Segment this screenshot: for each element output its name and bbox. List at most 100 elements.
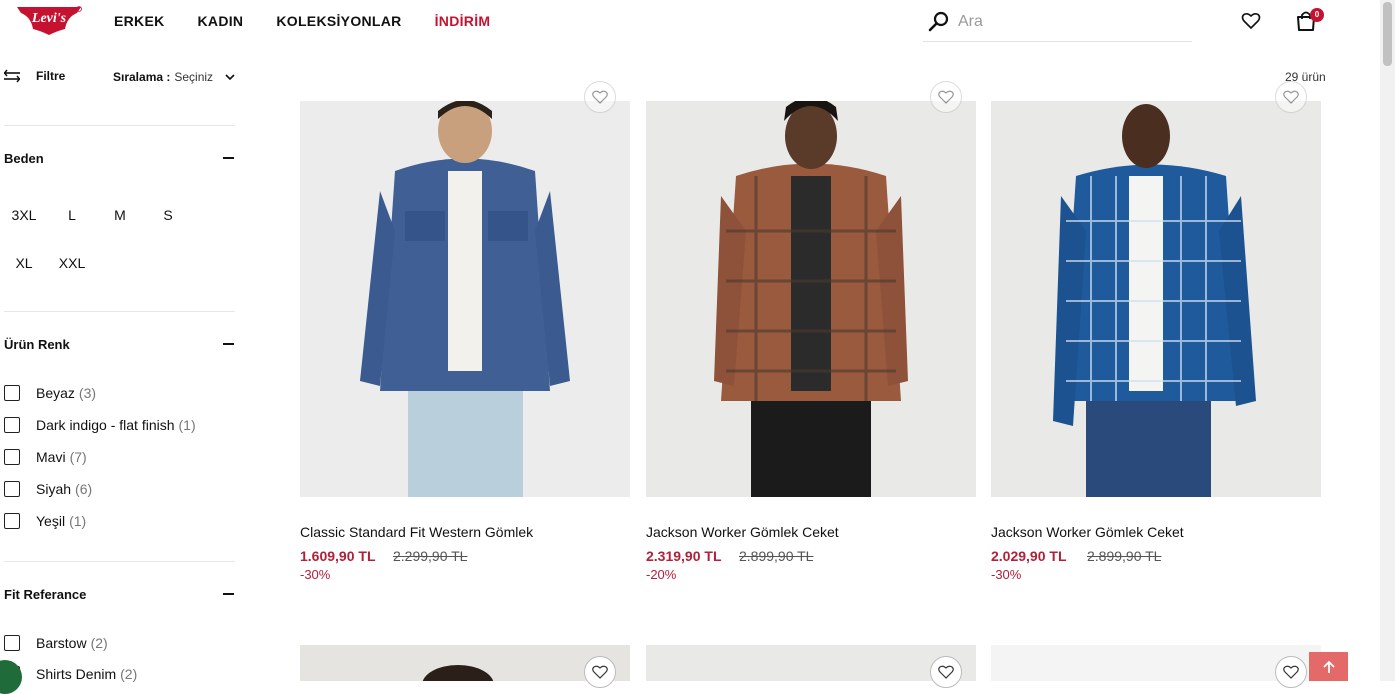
fit-option-row[interactable]: Shirts Denim (2) — [4, 666, 137, 682]
product-image[interactable] — [991, 645, 1321, 681]
product-image[interactable] — [991, 101, 1321, 497]
wishlist-toggle-button[interactable] — [1275, 81, 1307, 113]
product-photo — [646, 101, 976, 497]
color-option-row[interactable]: Dark indigo - flat finish (1) — [4, 417, 196, 433]
scroll-to-top-button[interactable] — [1309, 652, 1348, 681]
search-bar — [923, 8, 1192, 42]
heart-icon — [1283, 90, 1299, 104]
search-icon[interactable] — [928, 11, 950, 33]
sort-label: Sıralama : — [113, 70, 171, 84]
product-discount: -30% — [991, 567, 1022, 582]
product-image[interactable] — [646, 645, 976, 681]
levis-logo[interactable]: Levi's — [15, 5, 83, 35]
filter-label: Filtre — [36, 69, 66, 83]
checkbox[interactable] — [4, 385, 20, 401]
option-label: Barstow — [36, 635, 87, 651]
option-count: (1) — [69, 513, 87, 529]
sort-value: Seçiniz — [174, 70, 214, 84]
chevron-down-icon — [225, 73, 235, 80]
search-input[interactable] — [958, 10, 1178, 34]
option-count: (2) — [90, 635, 108, 651]
product-photo — [422, 665, 494, 681]
product-name[interactable]: Jackson Worker Gömlek Ceket — [991, 524, 1184, 540]
divider — [4, 311, 235, 312]
cart-count-badge: 0 — [1310, 8, 1324, 22]
checkbox[interactable] — [4, 513, 20, 529]
product-image[interactable] — [300, 101, 630, 497]
wishlist-toggle-button[interactable] — [584, 656, 616, 688]
option-label: Beyaz — [36, 385, 75, 401]
sort-dropdown[interactable]: Sıralama : Seçiniz — [113, 70, 235, 84]
option-label: Yeşil — [36, 513, 66, 529]
page-scrollbar[interactable] — [1380, 0, 1395, 681]
wishlist-icon[interactable] — [1241, 11, 1261, 31]
option-count: (2) — [120, 666, 138, 682]
wishlist-toggle-button[interactable] — [584, 81, 616, 113]
arrow-up-icon — [1322, 660, 1335, 673]
collapse-minus-icon[interactable] — [223, 593, 234, 595]
color-option-row[interactable]: Beyaz (3) — [4, 385, 96, 401]
size-option[interactable]: XL — [4, 255, 44, 271]
product-image[interactable] — [300, 645, 630, 681]
option-label: Mavi — [36, 449, 66, 465]
option-label: Dark indigo - flat finish — [36, 417, 175, 433]
option-count: (3) — [78, 385, 97, 401]
size-option[interactable]: L — [52, 207, 92, 223]
nav-item-erkek[interactable]: ERKEK — [114, 13, 165, 29]
color-option-row[interactable]: Siyah (6) — [4, 481, 92, 497]
checkbox[interactable] — [4, 449, 20, 465]
checkbox[interactable] — [4, 481, 20, 497]
size-option[interactable]: XXL — [52, 255, 92, 271]
option-count: (6) — [75, 481, 93, 497]
heart-icon — [592, 90, 608, 104]
product-photo — [300, 101, 630, 497]
heart-icon — [938, 665, 954, 679]
size-option[interactable]: S — [148, 207, 188, 223]
checkbox[interactable] — [4, 635, 20, 651]
product-discount: -20% — [646, 567, 677, 582]
logo-text: Levi's — [31, 11, 67, 26]
product-price: 2.029,90 TL — [991, 548, 1067, 564]
product-old-price: 2.899,90 TL — [1087, 548, 1162, 564]
product-image[interactable] — [646, 101, 976, 497]
color-option-row[interactable]: Yeşil (1) — [4, 513, 86, 529]
collapse-minus-icon[interactable] — [223, 343, 234, 345]
nav-item-koleksiyonlar[interactable]: KOLEKSİYONLAR — [276, 13, 401, 29]
collapse-minus-icon[interactable] — [223, 157, 234, 159]
heart-icon — [1283, 665, 1299, 679]
filter-toggle-button[interactable]: Filtre — [4, 69, 65, 83]
filter-section-title-beden[interactable]: Beden — [4, 151, 44, 166]
fit-option-row[interactable]: Barstow (2) — [4, 635, 108, 651]
product-name[interactable]: Jackson Worker Gömlek Ceket — [646, 524, 839, 540]
nav-item-indirim[interactable]: İNDİRİM — [435, 13, 491, 29]
size-option[interactable]: M — [100, 207, 140, 223]
filter-section-title-fit[interactable]: Fit Referance — [4, 587, 86, 602]
product-discount: -30% — [300, 567, 331, 582]
product-old-price: 2.899,90 TL — [739, 548, 814, 564]
nav-item-kadin[interactable]: KADIN — [198, 13, 244, 29]
heart-icon — [938, 90, 954, 104]
option-label: Siyah — [36, 481, 72, 497]
option-count: (7) — [69, 449, 87, 465]
option-label: Shirts Denim — [36, 666, 117, 682]
product-price: 1.609,90 TL — [300, 548, 376, 564]
product-name[interactable]: Classic Standard Fit Western Gömlek — [300, 524, 533, 540]
color-option-row[interactable]: Mavi (7) — [4, 449, 87, 465]
scrollbar-thumb[interactable] — [1383, 2, 1392, 66]
divider — [4, 125, 235, 126]
wishlist-toggle-button[interactable] — [930, 656, 962, 688]
filter-section-title-renk[interactable]: Ürün Renk — [4, 337, 70, 352]
option-count: (1) — [178, 417, 196, 433]
site-header: Levi's ERKEK KADIN KOLEKSİYONLAR İNDİRİM… — [0, 0, 1380, 44]
filter-sliders-icon — [4, 69, 20, 83]
size-option[interactable]: 3XL — [4, 207, 44, 223]
main-nav: ERKEK KADIN KOLEKSİYONLAR İNDİRİM — [114, 13, 523, 29]
divider — [4, 561, 235, 562]
wishlist-toggle-button[interactable] — [1275, 656, 1307, 688]
checkbox[interactable] — [4, 417, 20, 433]
product-price: 2.319,90 TL — [646, 548, 722, 564]
wishlist-toggle-button[interactable] — [930, 81, 962, 113]
heart-icon — [592, 665, 608, 679]
product-photo — [991, 101, 1321, 497]
product-old-price: 2.299,90 TL — [393, 548, 468, 564]
